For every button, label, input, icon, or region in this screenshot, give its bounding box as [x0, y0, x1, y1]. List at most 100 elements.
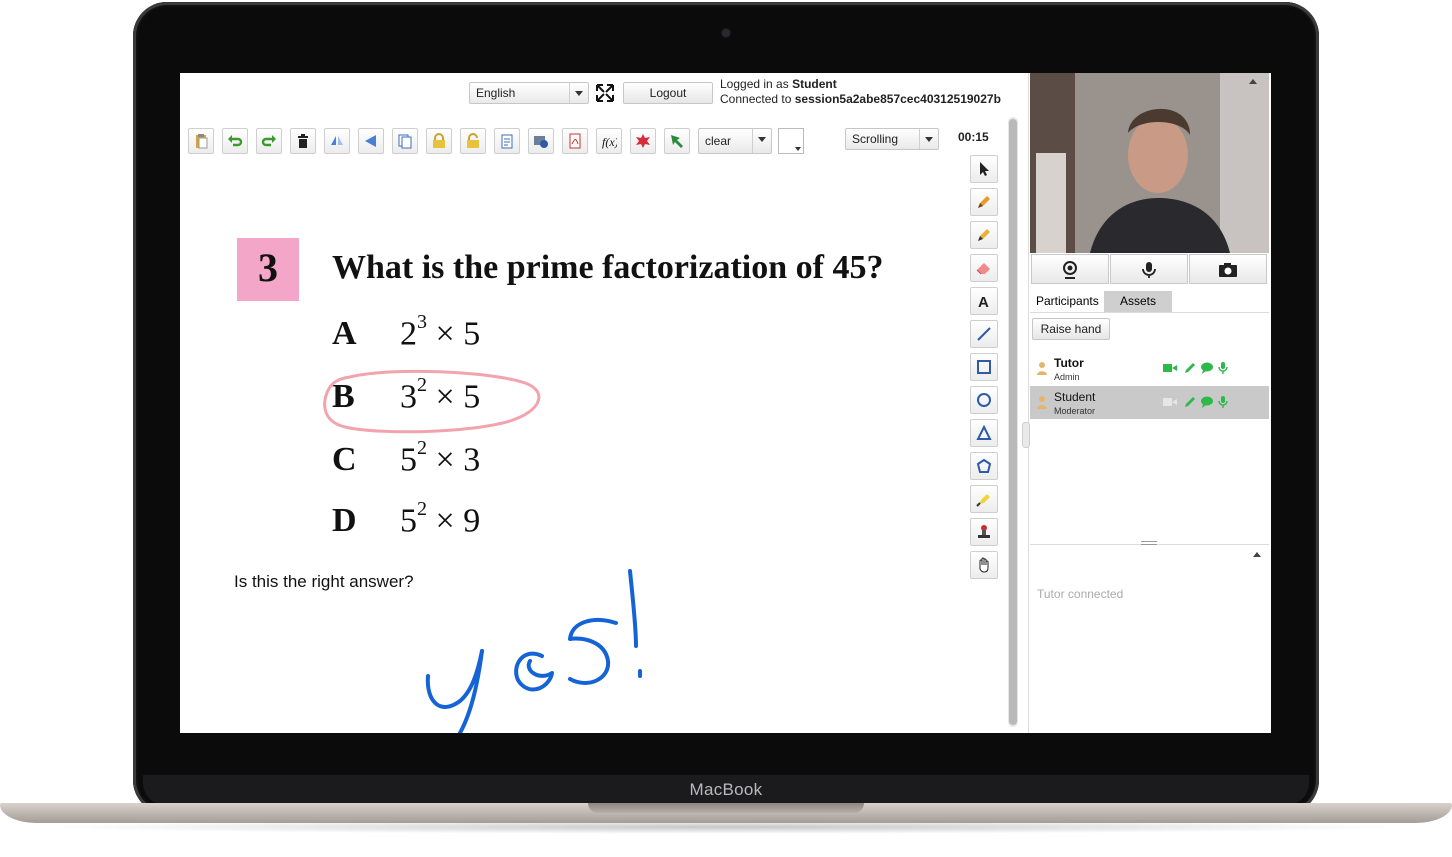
paste-icon	[196, 134, 208, 149]
flip-horizontal-button[interactable]	[358, 128, 384, 154]
copy-button[interactable]	[392, 128, 418, 154]
highlighter-icon	[976, 494, 990, 507]
color-picker[interactable]	[778, 128, 804, 154]
pointer-arrow-icon	[671, 135, 683, 148]
question-text: What is the prime factorization of 45?	[332, 249, 884, 286]
option-a-value: 23 × 5	[400, 311, 481, 353]
panel-resize-handle[interactable]	[1022, 422, 1030, 448]
hand-pan-icon	[979, 557, 989, 573]
participant-row[interactable]: Tutor Admin	[1030, 352, 1269, 385]
raise-hand-button[interactable]: Raise hand	[1032, 318, 1110, 340]
scrollbar-thumb[interactable]	[1009, 119, 1017, 725]
line-tool-button[interactable]	[970, 320, 998, 348]
user-icon	[1037, 362, 1047, 375]
pdf-button[interactable]	[562, 128, 588, 154]
option-d-factor: 9	[463, 502, 481, 540]
trash-icon	[298, 134, 308, 148]
rectangle-tool-icon	[977, 360, 991, 374]
clear-select[interactable]: clear	[698, 128, 772, 154]
formula-button[interactable]: f(x)	[596, 128, 622, 154]
scroll-mode-select[interactable]: Scrolling	[845, 128, 939, 150]
pencil-tool-button[interactable]	[970, 188, 998, 216]
pan-tool-button[interactable]	[970, 551, 998, 579]
logged-in-user: Student	[792, 77, 837, 91]
pencil-permission-icon	[1185, 363, 1195, 373]
question-number-badge: 3	[237, 238, 299, 301]
device-brand-label: MacBook	[689, 780, 763, 799]
tab-assets[interactable]: Assets	[1104, 291, 1172, 312]
connected-label: Connected to	[720, 92, 795, 106]
delete-button[interactable]	[290, 128, 316, 154]
eraser-tool-button[interactable]	[970, 254, 998, 282]
chevron-down-icon	[795, 147, 801, 151]
clear-label: clear	[705, 134, 732, 148]
chat-bubble-icon	[1201, 362, 1213, 374]
microphone-icon	[1142, 262, 1156, 278]
option-c-letter: C	[332, 441, 357, 478]
polygon-tool-button[interactable]	[970, 452, 998, 480]
rectangle-tool-button[interactable]	[970, 353, 998, 381]
laptop-notch	[588, 803, 864, 813]
mic-on-icon	[1218, 362, 1228, 374]
highlighter-tool-button[interactable]	[970, 485, 998, 513]
shapes-button[interactable]	[630, 128, 656, 154]
chevron-down-icon	[919, 129, 938, 149]
paste-button[interactable]	[188, 128, 214, 154]
chevron-down-icon	[752, 129, 771, 153]
stamp-tool-button[interactable]	[970, 518, 998, 546]
flip-vertical-button[interactable]	[324, 128, 350, 154]
microphone-toggle[interactable]	[1110, 254, 1188, 284]
chat-status-message: Tutor connected	[1037, 587, 1124, 601]
camera-snapshot-button[interactable]	[1189, 254, 1267, 284]
collapse-chat-icon[interactable]	[1253, 552, 1261, 557]
logout-button[interactable]: Logout	[623, 82, 713, 104]
text-tool-button[interactable]: A	[970, 287, 998, 315]
handwritten-yes	[425, 569, 642, 733]
webcam-toggle[interactable]	[1031, 254, 1109, 284]
tab-participants[interactable]: Participants	[1030, 291, 1104, 312]
drag-handle-icon[interactable]	[1141, 541, 1157, 545]
screenshot-icon	[534, 136, 548, 148]
marker-tool-button[interactable]	[970, 221, 998, 249]
flip-horizontal-icon	[365, 135, 376, 147]
triangle-tool-button[interactable]	[970, 419, 998, 447]
flip-vertical-icon	[331, 136, 343, 145]
option-a-letter: A	[332, 315, 357, 352]
option-a-exponent: 3	[417, 311, 427, 333]
option-a-factor: 5	[463, 315, 481, 353]
participant-name: Tutor	[1054, 356, 1084, 370]
participant-row[interactable]: Student Moderator	[1030, 386, 1269, 419]
triangle-tool-icon	[976, 425, 992, 440]
option-d-exponent: 2	[417, 498, 427, 520]
redo-button[interactable]	[256, 128, 282, 154]
circle-tool-button[interactable]	[970, 386, 998, 414]
chat-divider[interactable]	[1030, 541, 1269, 551]
chevron-down-icon	[569, 83, 588, 103]
video-on-icon	[1163, 364, 1177, 372]
fullscreen-icon[interactable]	[594, 82, 616, 104]
language-select[interactable]: English	[469, 82, 589, 104]
select-tool-button[interactable]	[970, 155, 998, 183]
lock-icon	[433, 133, 445, 148]
video-off-icon	[1163, 398, 1177, 406]
insert-page-icon	[501, 134, 513, 149]
pencil-icon	[978, 196, 990, 208]
collapse-video-icon[interactable]	[1249, 79, 1257, 84]
unlock-icon	[467, 133, 479, 148]
webcam-icon	[1063, 261, 1077, 279]
pointer-button[interactable]	[664, 128, 690, 154]
undo-button[interactable]	[222, 128, 248, 154]
lock-button[interactable]	[426, 128, 452, 154]
insert-page-button[interactable]	[494, 128, 520, 154]
question-number: 3	[258, 245, 278, 290]
session-timer: 00:15	[958, 130, 989, 144]
marker-icon	[978, 229, 990, 241]
shape-burst-icon	[636, 134, 650, 148]
screenshot-button[interactable]	[528, 128, 554, 154]
camera-icon	[1219, 263, 1237, 277]
tab-divider	[1030, 312, 1269, 313]
language-value: English	[476, 86, 516, 100]
times-sign: ×	[435, 315, 455, 353]
unlock-button[interactable]	[460, 128, 486, 154]
option-d-base: 5	[400, 502, 417, 540]
